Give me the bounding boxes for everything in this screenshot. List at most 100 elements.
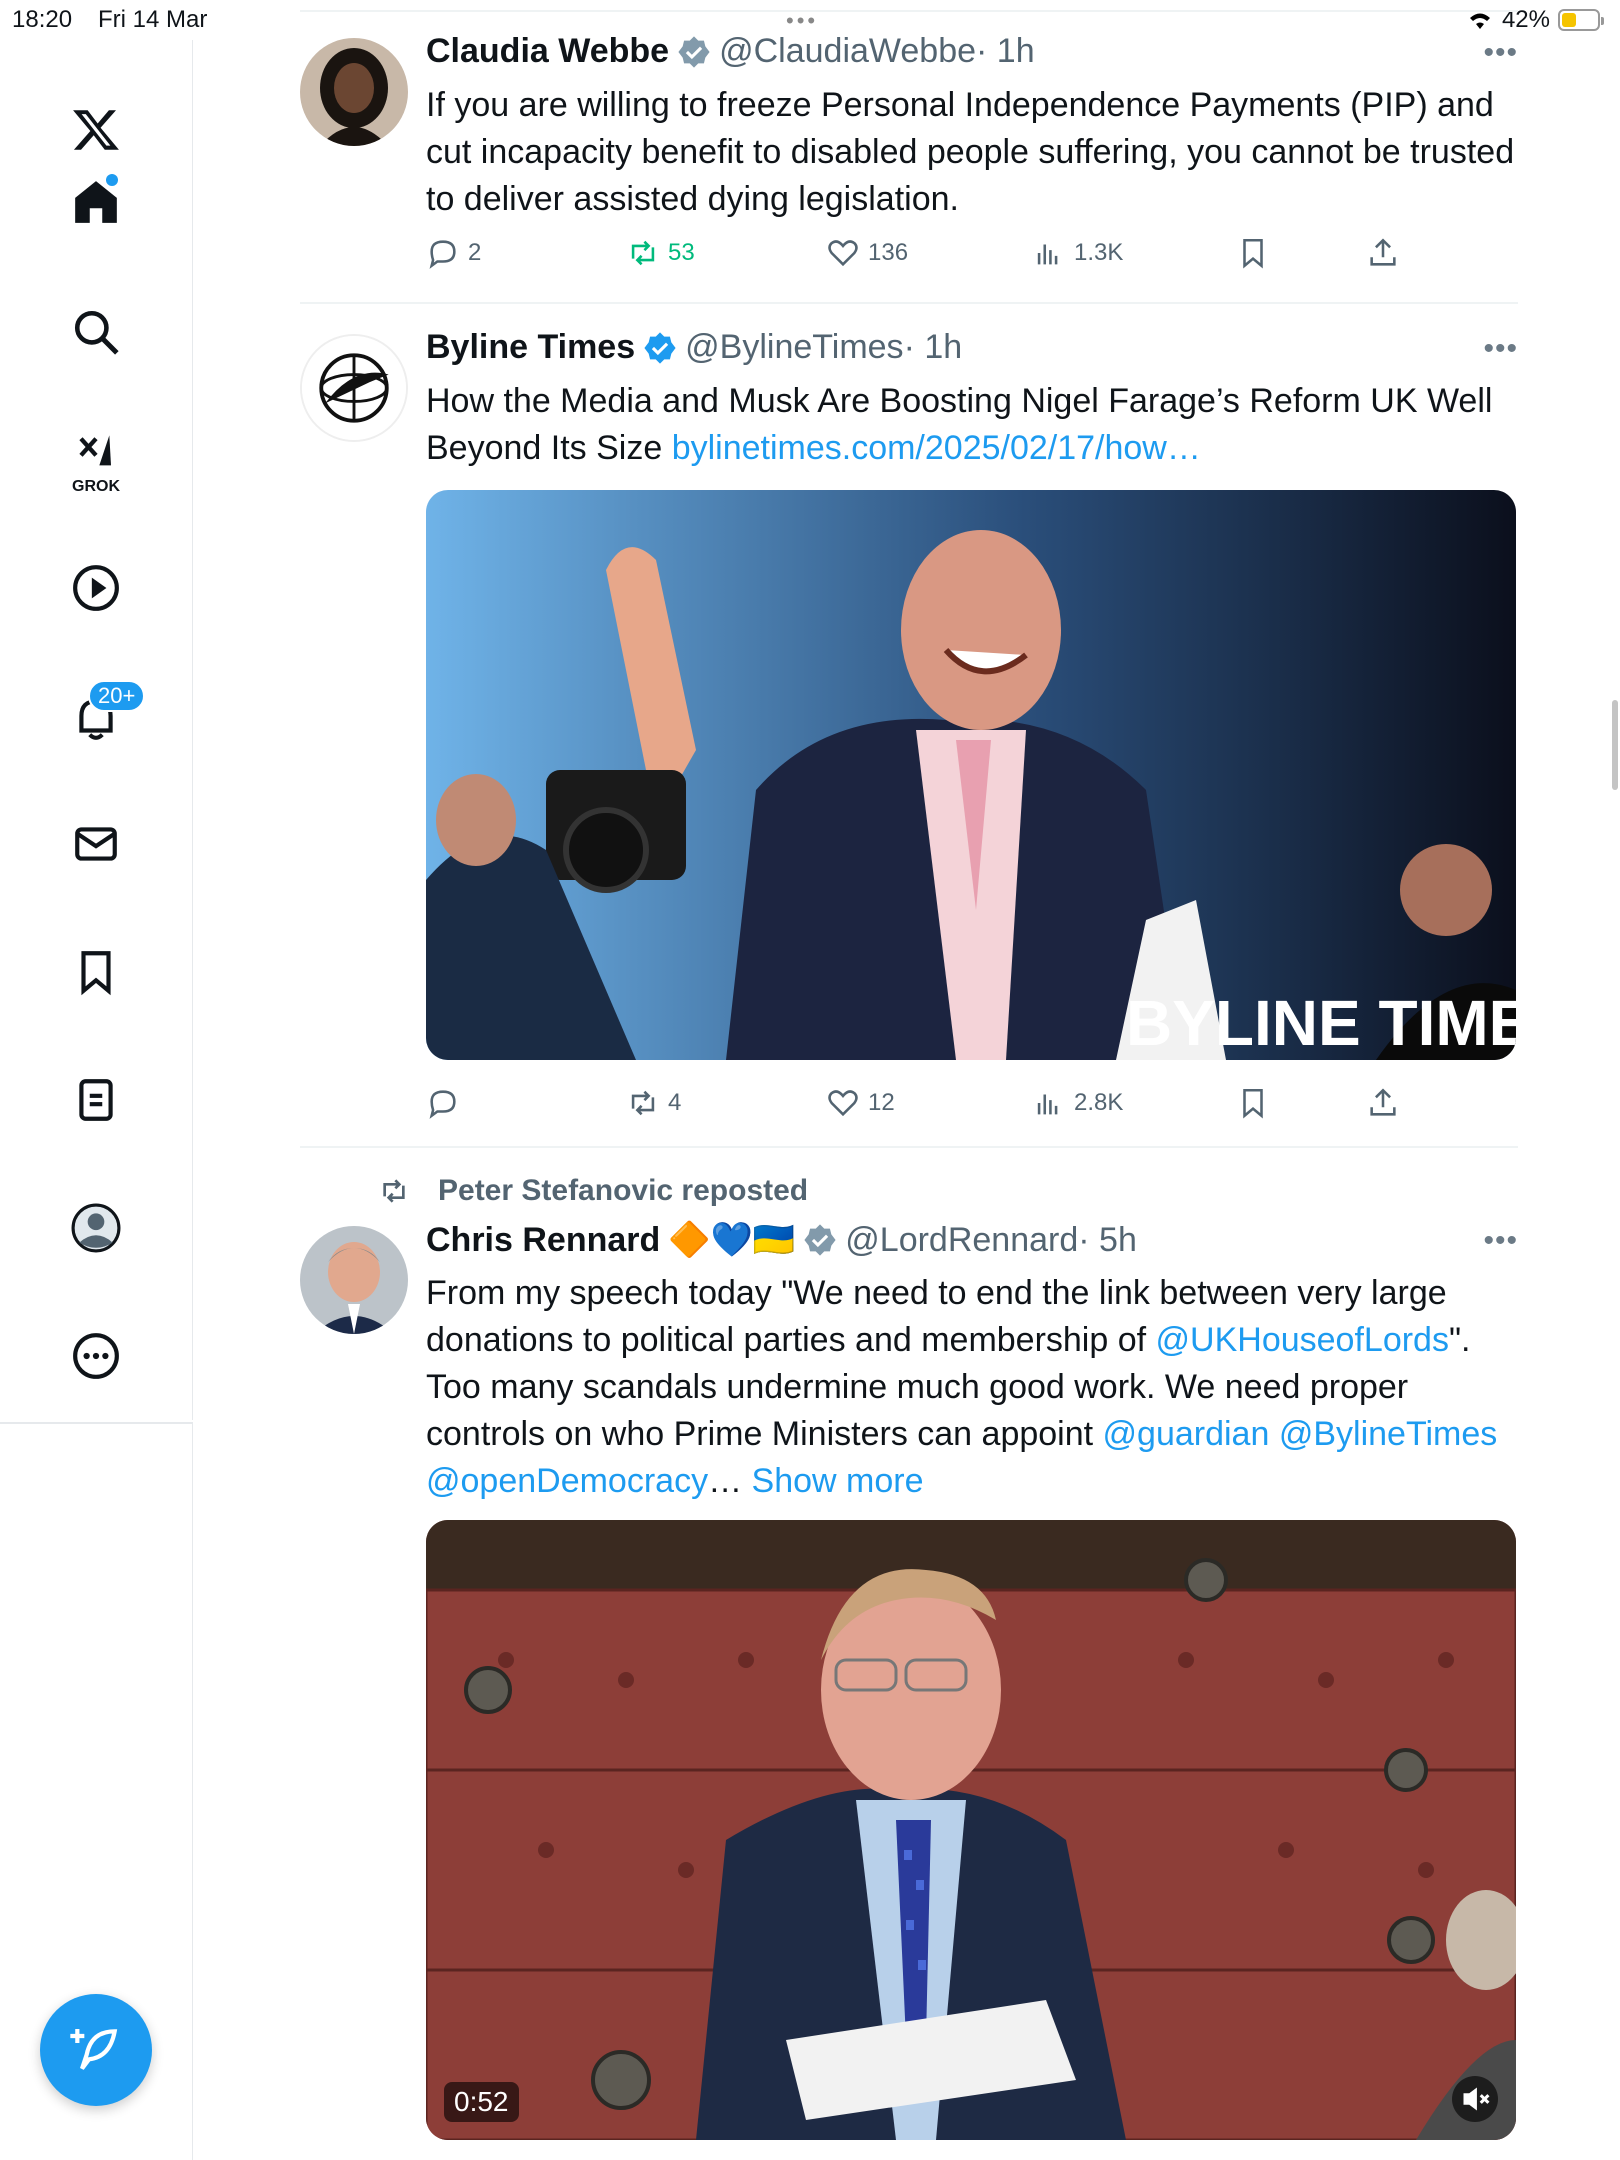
- tweet-actions: 2 53 136 1.3K: [426, 236, 1426, 276]
- tweet-text: If you are willing to freeze Personal In…: [426, 86, 1515, 218]
- reply-icon: [429, 1090, 456, 1119]
- tweet-actions: 4 12 2.8K: [426, 1086, 1426, 1126]
- article-link[interactable]: bylinetimes.com/2025/02/17/how…: [672, 429, 1201, 467]
- author-handle[interactable]: @BylineTimes: [685, 328, 903, 367]
- tweet-divider: [300, 302, 1518, 304]
- sidebar-item-lists[interactable]: [56, 1060, 136, 1140]
- bookmark-button[interactable]: [1236, 236, 1270, 270]
- show-more-link[interactable]: Show more: [752, 1462, 924, 1500]
- more-options-icon[interactable]: •••: [1483, 332, 1518, 366]
- tweet-time[interactable]: · 1h: [976, 32, 1035, 71]
- sidebar-item-bookmarks[interactable]: [56, 932, 136, 1012]
- x-logo-icon[interactable]: [56, 90, 136, 170]
- more-options-icon[interactable]: •••: [1483, 1224, 1518, 1258]
- share-button[interactable]: [1366, 236, 1400, 270]
- sidebar-item-video[interactable]: [56, 548, 136, 628]
- view-count: 2.8K: [1074, 1089, 1124, 1116]
- repost-icon: [631, 240, 655, 266]
- more-options-icon[interactable]: •••: [1483, 36, 1518, 70]
- avatar[interactable]: [300, 334, 408, 442]
- avatar[interactable]: [300, 1226, 408, 1334]
- bookmark-icon: [1243, 1088, 1263, 1119]
- mention-link[interactable]: @UKHouseofLords: [1156, 1321, 1449, 1359]
- sidebar-item-more[interactable]: [56, 1316, 136, 1396]
- battery-icon: [1558, 9, 1604, 31]
- sidebar-item-grok[interactable]: GROK: [56, 422, 136, 502]
- verified-badge-icon: [644, 331, 676, 364]
- notification-badge: 20+: [88, 680, 146, 712]
- repost-icon: [383, 1179, 405, 1203]
- reply-button[interactable]: [426, 1086, 468, 1120]
- sidebar-border: [192, 1422, 193, 2160]
- profile-avatar-icon: [71, 1203, 121, 1253]
- heart-icon: [828, 240, 858, 267]
- sidebar-item-explore[interactable]: [56, 292, 136, 372]
- bookmark-icon: [81, 951, 111, 996]
- avatar[interactable]: [300, 38, 408, 146]
- tweet-divider: [300, 1146, 1518, 1148]
- grok-icon: [79, 435, 111, 466]
- mute-icon[interactable]: [1452, 2076, 1498, 2122]
- name-emojis: 🔶💙🇺🇦: [668, 1221, 796, 1259]
- status-date: Fri 14 Mar: [98, 6, 208, 33]
- mention-link[interactable]: @guardian: [1103, 1415, 1270, 1453]
- repost-context: Peter Stefanovic reposted: [378, 1174, 808, 1208]
- tweet-header: Claudia Webbe @ClaudiaWebbe · 1h: [426, 32, 1035, 71]
- views-icon: [1037, 1094, 1058, 1115]
- like-button[interactable]: 12: [826, 1086, 895, 1120]
- feather-plus-icon: [70, 2029, 118, 2070]
- scrollbar-thumb[interactable]: [1612, 700, 1618, 790]
- sidebar-item-home[interactable]: [56, 162, 136, 242]
- tweet-time[interactable]: · 5h: [1078, 1221, 1137, 1260]
- tweet-time[interactable]: · 1h: [904, 328, 963, 367]
- reply-button[interactable]: 2: [426, 236, 481, 270]
- list-icon: [79, 1079, 113, 1121]
- bookmark-icon: [1243, 238, 1263, 269]
- repost-icon: [631, 1090, 655, 1116]
- repost-count: 4: [668, 1089, 682, 1116]
- share-icon: [1370, 1088, 1396, 1116]
- sidebar-divider: [0, 1422, 193, 1424]
- verified-badge-icon: [804, 1224, 836, 1256]
- sidebar-item-notifications[interactable]: 20+: [56, 678, 146, 758]
- like-count: 12: [868, 1089, 895, 1116]
- share-icon: [1370, 238, 1396, 266]
- author-name[interactable]: Chris Rennard: [426, 1221, 660, 1260]
- share-button[interactable]: [1366, 1086, 1400, 1120]
- like-button[interactable]: 136: [826, 236, 908, 270]
- tweet-video[interactable]: 0:52: [426, 1520, 1516, 2140]
- author-name[interactable]: Claudia Webbe: [426, 32, 669, 71]
- verified-badge-icon: [678, 35, 710, 68]
- view-count: 1.3K: [1074, 239, 1124, 266]
- author-name[interactable]: Byline Times: [426, 328, 635, 367]
- grok-label: GROK: [72, 478, 120, 495]
- tweet-image[interactable]: BYLINE TIMES: [426, 490, 1516, 1060]
- repost-button[interactable]: 53: [626, 236, 695, 270]
- sidebar-item-messages[interactable]: [56, 804, 136, 884]
- ellipsis: …: [708, 1462, 752, 1500]
- bookmark-button[interactable]: [1236, 1086, 1270, 1120]
- tweet-text: From my speech today "We need to end the…: [426, 1270, 1516, 1505]
- heart-icon: [828, 1090, 858, 1117]
- more-circle-icon: [73, 1333, 119, 1379]
- play-icon: [73, 565, 119, 611]
- mention-link[interactable]: @BylineTimes: [1279, 1415, 1497, 1453]
- wifi-icon: [1469, 13, 1490, 29]
- tweet-header: Chris Rennard 🔶💙🇺🇦 @LordRennard · 5h: [426, 1220, 1137, 1260]
- compose-post-button[interactable]: [40, 1994, 152, 2106]
- tweet-text: How the Media and Musk Are Boosting Nige…: [426, 378, 1516, 472]
- mention-link[interactable]: @openDemocracy: [426, 1462, 708, 1500]
- repost-count: 53: [668, 239, 695, 266]
- reposted-by[interactable]: Peter Stefanovic reposted: [438, 1174, 808, 1208]
- sidebar-item-profile[interactable]: [56, 1188, 136, 1268]
- repost-button[interactable]: 4: [626, 1086, 681, 1120]
- status-time: 18:20: [12, 6, 73, 33]
- new-posts-dot: [106, 174, 118, 186]
- image-watermark: BYLINE TIMES: [1126, 987, 1516, 1059]
- author-handle[interactable]: @ClaudiaWebbe: [719, 32, 976, 71]
- views-button[interactable]: 2.8K: [1032, 1086, 1123, 1120]
- author-handle[interactable]: @LordRennard: [845, 1221, 1078, 1260]
- video-duration: 0:52: [444, 2082, 519, 2122]
- search-icon: [74, 310, 119, 355]
- views-button[interactable]: 1.3K: [1032, 236, 1123, 270]
